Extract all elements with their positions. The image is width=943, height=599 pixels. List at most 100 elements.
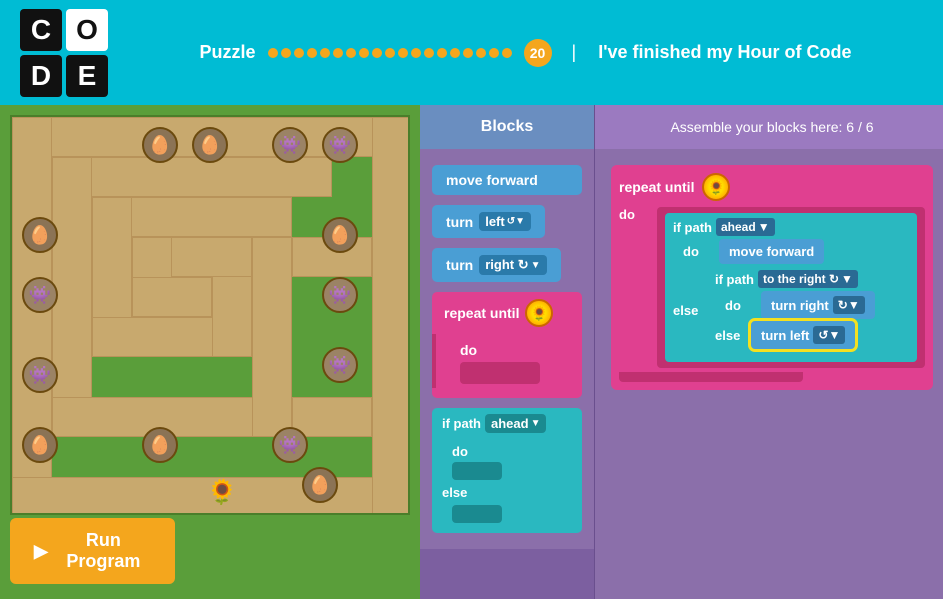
if-do-slot[interactable]: [452, 462, 502, 480]
move-forward-block[interactable]: move forward: [432, 165, 582, 195]
puzzle-dot-9: [385, 48, 395, 58]
puzzle-dot-1: [281, 48, 291, 58]
sunflower-condition: 🌻: [525, 299, 553, 327]
sunflower-goal: 🌻: [202, 472, 242, 512]
blocks-panel: Blocks move forward turn left ↺▼: [420, 105, 595, 599]
blocks-panel-header: Blocks: [420, 105, 594, 149]
asm-turn-left-dropdown[interactable]: ↺▼: [813, 326, 845, 344]
asm-if-right-block[interactable]: if path to the right ↻ ▼ do turn ri: [709, 266, 909, 355]
asm-inner-block: if path ahead ▼ do move forward: [657, 207, 925, 368]
asm-right-dropdown[interactable]: to the right ↻ ▼: [758, 270, 858, 288]
run-program-button[interactable]: ▶ Run Program: [10, 518, 175, 584]
run-button-label: Run Program: [56, 530, 151, 572]
asm-turn-right-dropdown[interactable]: ↻▼: [833, 296, 865, 314]
if-path-block[interactable]: if path ahead ▼ do else: [432, 408, 582, 533]
if-label: if path: [442, 416, 481, 431]
puzzle-dot-4: [320, 48, 330, 58]
assembly-panel: Assemble your blocks here: 6 / 6 repeat …: [595, 105, 943, 599]
asm-right-arrow: ▼: [841, 272, 853, 286]
turn-right-label: turn: [446, 257, 473, 273]
asm-if-label: if path: [673, 220, 712, 235]
asm-repeat-block[interactable]: repeat until 🌻 do if path ahead ▼: [611, 165, 933, 390]
repeat-label: repeat until: [444, 305, 519, 321]
maze: 🥚 🥚 👾 👾 🥚 👾 👾 🥚 🥚 👾 👾 🥚 👾 🌻 🤖 🥚: [10, 115, 410, 515]
repeat-footer: [432, 388, 582, 398]
puzzle-dot-11: [411, 48, 421, 58]
puzzle-dot-0: [268, 48, 278, 58]
blocks-list: move forward turn left ↺▼ turn right ↻▼: [420, 149, 594, 549]
if-else-slot[interactable]: [452, 505, 502, 523]
repeat-until-block[interactable]: repeat until 🌻 do: [432, 292, 582, 398]
turn-left-dropdown[interactable]: left ↺▼: [479, 212, 531, 231]
if-else-body: [432, 503, 582, 525]
logo: C O D E: [20, 9, 108, 97]
game-area: 🥚 🥚 👾 👾 🥚 👾 👾 🥚 🥚 👾 👾 🥚 👾 🌻 🤖 🥚 ▶ Run Pr…: [0, 105, 420, 599]
assembly-header: Assemble your blocks here: 6 / 6: [595, 105, 943, 149]
asm-if-do: do: [683, 244, 715, 259]
asm-turn-right-label: turn right: [771, 298, 829, 313]
puzzle-dot-6: [346, 48, 356, 58]
asm-turn-left-label: turn left: [761, 328, 809, 343]
puzzle-dot-12: [424, 48, 434, 58]
asm-if-right-label: if path: [715, 272, 754, 287]
do-label: do: [460, 338, 578, 362]
assembly-content: repeat until 🌻 do if path ahead ▼: [595, 149, 943, 599]
puzzle-dot-13: [437, 48, 447, 58]
main-content: 🥚 🥚 👾 👾 🥚 👾 👾 🥚 🥚 👾 👾 🥚 👾 🌻 🤖 🥚 ▶ Run Pr…: [0, 105, 943, 599]
asm-else-row: else if path to the right ↻ ▼: [673, 266, 909, 355]
if-ahead-dropdown[interactable]: ahead ▼: [485, 414, 546, 433]
if-else-label: else: [432, 482, 582, 503]
if-do-label: do: [452, 441, 578, 462]
finished-text: I've finished my Hour of Code: [598, 42, 851, 63]
asm-if-ahead-block[interactable]: if path ahead ▼ do move forward: [665, 213, 917, 362]
current-puzzle-dot: 20: [524, 39, 552, 67]
puzzle-dot-10: [398, 48, 408, 58]
asm-right-do: do: [725, 298, 757, 313]
asm-repeat-header: repeat until 🌻: [619, 173, 925, 201]
logo-e: E: [66, 55, 108, 97]
asm-do-label: do: [619, 207, 651, 222]
if-header: if path ahead ▼: [432, 408, 582, 439]
asm-turn-left[interactable]: turn left ↺▼: [751, 321, 855, 349]
puzzle-dot-5: [333, 48, 343, 58]
puzzle-dot-17: [489, 48, 499, 58]
puzzle-dot-7: [359, 48, 369, 58]
turn-left-label: turn: [446, 214, 473, 230]
repeat-body: do: [432, 334, 582, 388]
move-forward-label: move forward: [446, 172, 538, 188]
asm-move-forward-label: move forward: [729, 244, 814, 259]
if-dropdown-arrow: ▼: [531, 418, 541, 429]
asm-if-right-do: do turn right ↻▼: [725, 291, 903, 319]
puzzle-dot-18: [502, 48, 512, 58]
turn-right-dropdown[interactable]: right ↻▼: [479, 255, 546, 275]
repeat-header: repeat until 🌻: [432, 292, 582, 334]
play-icon: ▶: [34, 541, 48, 562]
asm-if-right-header: if path to the right ↻ ▼: [715, 270, 903, 288]
repeat-connector: [619, 372, 803, 382]
turn-left-block[interactable]: turn left ↺▼: [432, 205, 582, 238]
header: C O D E Puzzle 20 | I've finished my Hou…: [0, 0, 943, 105]
puzzle-label: Puzzle: [199, 42, 255, 63]
asm-repeat-label: repeat until: [619, 179, 694, 195]
asm-turn-right[interactable]: turn right ↻▼: [761, 291, 875, 319]
puzzle-progress: [268, 48, 512, 58]
turn-right-block[interactable]: turn right ↻▼: [432, 248, 582, 282]
asm-ahead-dropdown[interactable]: ahead ▼: [716, 218, 775, 236]
if-footer: [432, 525, 582, 533]
asm-if-header: if path ahead ▼: [673, 218, 909, 236]
asm-move-forward[interactable]: move forward: [719, 239, 824, 264]
logo-d: D: [20, 55, 62, 97]
asm-sunflower: 🌻: [702, 173, 730, 201]
asm-if-do-row: do move forward: [683, 239, 909, 264]
dropdown-arrow: ↺▼: [507, 216, 525, 227]
puzzle-dot-3: [307, 48, 317, 58]
puzzle-dot-14: [450, 48, 460, 58]
dropdown-arrow-right: ▼: [531, 260, 541, 271]
asm-else-label: else: [673, 303, 705, 318]
do-slot[interactable]: [460, 362, 540, 384]
asm-right-else: else: [715, 328, 747, 343]
logo-o: O: [66, 9, 108, 51]
logo-c: C: [20, 9, 62, 51]
puzzle-dot-8: [372, 48, 382, 58]
if-body: do: [432, 439, 582, 482]
